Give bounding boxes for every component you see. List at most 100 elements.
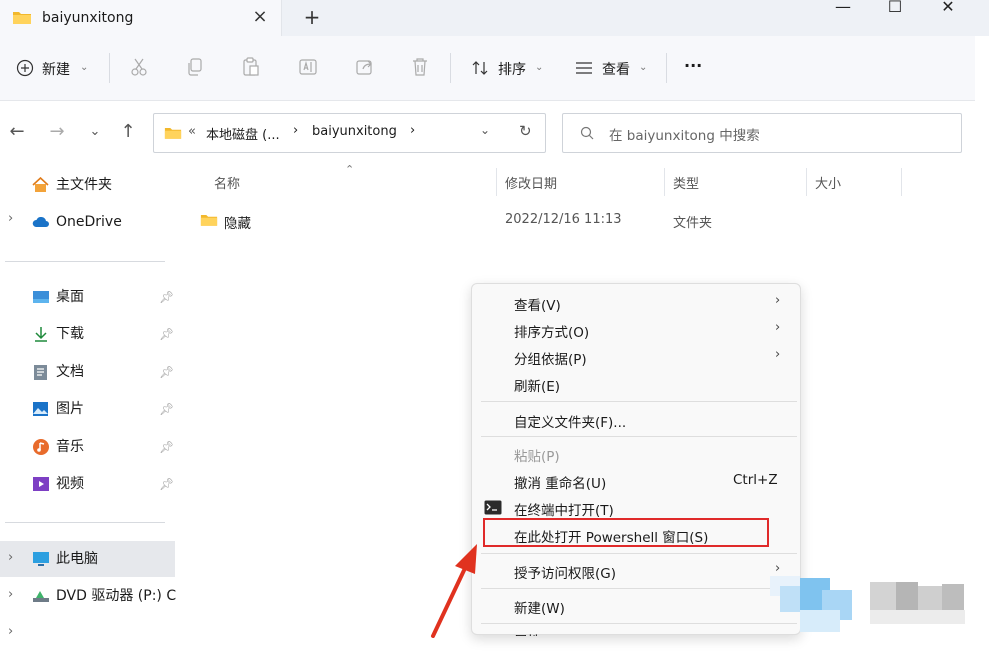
toolbar-divider	[109, 53, 110, 83]
close-button[interactable]: ✕	[925, 0, 971, 20]
new-button-label: 新建	[42, 62, 70, 78]
table-row[interactable]: 隐藏 2022/12/16 11:13 文件夹	[195, 203, 895, 237]
sort-icon	[471, 59, 489, 77]
cloud-icon	[32, 217, 50, 228]
file-modified: 2022/12/16 11:13	[505, 212, 622, 227]
menu-divider	[481, 623, 797, 624]
view-button-label: 查看	[602, 62, 630, 78]
menu-item-give-access[interactable]: 授予访问权限(G)	[514, 562, 616, 582]
cut-icon[interactable]	[130, 57, 148, 77]
column-divider[interactable]	[664, 168, 665, 196]
tab-active[interactable]: baiyunxitong ×	[0, 0, 282, 36]
breadcrumb-overflow[interactable]: «	[188, 124, 196, 139]
delete-icon[interactable]	[411, 57, 429, 77]
expand-chevron-icon[interactable]: ›	[8, 624, 13, 639]
paste-icon[interactable]	[242, 57, 260, 77]
pin-icon[interactable]: 📌︎	[159, 472, 174, 496]
video-icon	[32, 476, 50, 492]
menu-item-group-by[interactable]: 分组依据(P)	[514, 348, 587, 368]
submenu-chevron-icon: ›	[775, 293, 781, 308]
share-icon[interactable]	[355, 57, 375, 77]
column-header-type[interactable]: 类型	[673, 173, 699, 192]
forward-arrow-icon[interactable]: →	[46, 120, 68, 144]
expand-chevron-icon[interactable]: ›	[8, 550, 13, 565]
column-header-name[interactable]: 名称	[214, 173, 240, 192]
menu-divider	[481, 401, 797, 402]
refresh-icon[interactable]: ↻	[519, 122, 532, 140]
menu-item-properties[interactable]: 属性(R)	[514, 630, 561, 636]
minimize-button[interactable]: —	[820, 0, 866, 20]
breadcrumb-baiyunxitong[interactable]: baiyunxitong	[312, 124, 397, 139]
sidebar-item-label: 桌面	[56, 289, 84, 305]
up-arrow-icon[interactable]: ↑	[117, 120, 139, 144]
more-options-button[interactable]: ···	[684, 56, 702, 75]
folder-icon	[12, 9, 32, 25]
submenu-chevron-icon: ›	[775, 320, 781, 335]
expand-chevron-icon[interactable]: ›	[8, 211, 13, 226]
pin-icon[interactable]: 📌︎	[159, 322, 174, 346]
document-icon	[33, 364, 48, 381]
file-type: 文件夹	[673, 216, 713, 231]
submenu-chevron-icon: ›	[775, 347, 781, 362]
menu-divider	[481, 436, 797, 437]
rename-icon[interactable]	[298, 57, 318, 77]
new-tab-button[interactable]: +	[302, 6, 322, 28]
home-icon	[32, 177, 49, 193]
toolbar-divider	[0, 100, 975, 101]
menu-item-customize-folder[interactable]: 自定义文件夹(F)...	[514, 411, 626, 431]
folder-icon	[200, 212, 218, 227]
menu-shortcut: Ctrl+Z	[733, 472, 778, 488]
chevron-down-icon: ⌄	[80, 62, 89, 73]
menu-divider	[481, 588, 797, 589]
chevron-down-icon: ⌄	[639, 62, 648, 73]
address-bar[interactable]: « 本地磁盘 (... › baiyunxitong › ⌄ ↻	[153, 113, 546, 153]
sidebar-item-label: 音乐	[56, 439, 84, 455]
picture-icon	[32, 401, 49, 417]
sidebar-item-label: 此电脑	[56, 551, 98, 567]
maximize-button[interactable]: ☐	[872, 0, 918, 20]
menu-item-sort-by[interactable]: 排序方式(O)	[514, 321, 589, 341]
column-divider[interactable]	[496, 168, 497, 196]
search-placeholder: 在 baiyunxitong 中搜索	[609, 128, 760, 144]
chevron-down-icon: ⌄	[535, 62, 544, 73]
tab-close-icon[interactable]: ×	[250, 6, 270, 28]
column-divider[interactable]	[901, 168, 902, 196]
menu-item-view[interactable]: 查看(V)	[514, 294, 561, 314]
column-header-size[interactable]: 大小	[815, 173, 841, 192]
toolbar-divider	[450, 53, 451, 83]
annotation-arrow-icon	[431, 544, 477, 638]
copy-icon[interactable]	[186, 57, 204, 77]
pin-icon[interactable]: 📌︎	[159, 285, 174, 309]
column-header-modified[interactable]: 修改日期	[505, 173, 557, 192]
menu-item-open-in-terminal[interactable]: 在终端中打开(T)	[514, 499, 614, 519]
search-icon	[580, 126, 594, 140]
address-history-chevron-icon[interactable]: ⌄	[480, 123, 490, 137]
terminal-icon	[484, 500, 502, 515]
sidebar-item-label: 图片	[56, 401, 84, 417]
music-icon	[32, 438, 50, 456]
search-box[interactable]: 在 baiyunxitong 中搜索	[562, 113, 962, 153]
breadcrumb-local-disk[interactable]: 本地磁盘 (...	[206, 124, 280, 143]
sidebar-divider	[5, 522, 165, 523]
list-view-icon	[575, 60, 593, 76]
pin-icon[interactable]: 📌︎	[159, 360, 174, 384]
menu-item-undo-rename[interactable]: 撤消 重命名(U)	[514, 472, 606, 492]
breadcrumb-chevron-icon: ›	[410, 123, 416, 138]
sidebar-item-label: 下载	[56, 326, 84, 342]
menu-item-paste[interactable]: 粘贴(P)	[514, 445, 560, 465]
pin-icon[interactable]: 📌︎	[159, 435, 174, 459]
plus-circle-icon	[16, 59, 34, 77]
recent-locations-chevron-icon[interactable]: ⌄	[84, 120, 106, 144]
back-arrow-icon[interactable]: ←	[6, 120, 28, 144]
column-divider[interactable]	[806, 168, 807, 196]
sidebar-item-label: DVD 驱动器 (P:) C	[56, 588, 177, 604]
sort-ascending-icon: ⌃	[345, 163, 355, 176]
sidebar-divider	[5, 261, 165, 262]
menu-divider	[481, 553, 797, 554]
file-name: 隐藏	[224, 216, 251, 232]
menu-item-new[interactable]: 新建(W)	[514, 597, 565, 617]
menu-item-refresh[interactable]: 刷新(E)	[514, 375, 560, 395]
dvd-drive-icon	[32, 589, 50, 603]
pin-icon[interactable]: 📌︎	[159, 397, 174, 421]
expand-chevron-icon[interactable]: ›	[8, 587, 13, 602]
